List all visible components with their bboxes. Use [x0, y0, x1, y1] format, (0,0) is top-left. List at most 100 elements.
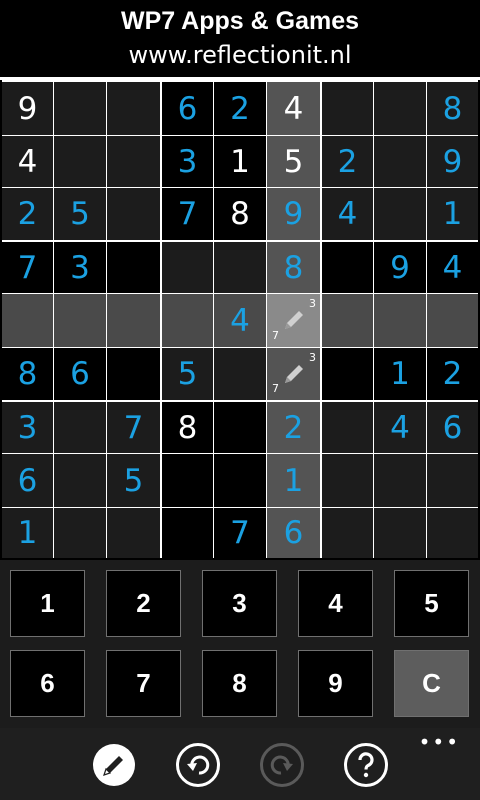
- board-cell[interactable]: [107, 508, 160, 558]
- board-cell[interactable]: [107, 82, 160, 135]
- board-cell[interactable]: [427, 508, 478, 558]
- board-cell[interactable]: 9: [427, 136, 478, 187]
- board-cell[interactable]: 8: [267, 242, 320, 293]
- board-cell[interactable]: 8: [162, 402, 213, 453]
- board-cell[interactable]: 2: [2, 188, 53, 240]
- board-cell[interactable]: [214, 454, 266, 507]
- board-cell[interactable]: [322, 294, 373, 347]
- board-cell[interactable]: 5: [54, 188, 106, 240]
- board-cell[interactable]: [162, 454, 213, 507]
- cell-digit: 4: [390, 409, 410, 446]
- board-cell[interactable]: 5: [267, 136, 320, 187]
- board-cell[interactable]: [374, 294, 426, 347]
- board-cell[interactable]: 2: [427, 348, 478, 400]
- board-cell[interactable]: 4: [374, 402, 426, 453]
- board-cell[interactable]: [54, 454, 106, 507]
- board-cell[interactable]: [374, 136, 426, 187]
- cell-digit: 9: [283, 196, 304, 232]
- board-cell[interactable]: [214, 348, 266, 400]
- board-cell[interactable]: 9: [267, 188, 320, 240]
- board-cell[interactable]: 6: [162, 82, 213, 135]
- board-cell[interactable]: 3: [162, 136, 213, 187]
- cell-digit: 9: [17, 90, 38, 127]
- board-cell[interactable]: 1: [427, 188, 478, 240]
- clear-key[interactable]: C: [394, 650, 469, 717]
- board-cell[interactable]: 1: [2, 508, 53, 558]
- number-key-1[interactable]: 1: [10, 570, 85, 637]
- board-cell[interactable]: 4: [322, 188, 373, 240]
- help-icon: [343, 743, 389, 792]
- board-cell[interactable]: 7: [162, 188, 213, 240]
- board-cell[interactable]: [322, 402, 373, 453]
- board-cell[interactable]: 1: [267, 454, 320, 507]
- board-cell[interactable]: 5: [162, 348, 213, 400]
- board-cell[interactable]: [2, 294, 53, 347]
- number-key-4[interactable]: 4: [298, 570, 373, 637]
- board-cell[interactable]: [374, 188, 426, 240]
- board-cell[interactable]: 5: [107, 454, 160, 507]
- board-cell[interactable]: [427, 294, 478, 347]
- board-cell[interactable]: [322, 348, 373, 400]
- board-cell[interactable]: [214, 242, 266, 293]
- board-cell[interactable]: 4: [427, 242, 478, 293]
- board-cell[interactable]: 7: [214, 508, 266, 558]
- board-cell[interactable]: 9: [374, 242, 426, 293]
- board-cell[interactable]: 6: [54, 348, 106, 400]
- board-cell[interactable]: 4: [2, 136, 53, 187]
- board-cell[interactable]: 37: [267, 348, 320, 400]
- board-cell[interactable]: [322, 82, 373, 135]
- board-cell[interactable]: 2: [214, 82, 266, 135]
- board-cell[interactable]: 6: [267, 508, 320, 558]
- number-key-3[interactable]: 3: [202, 570, 277, 637]
- pencil-mode-button[interactable]: [91, 742, 137, 788]
- board-cell[interactable]: 8: [2, 348, 53, 400]
- board-cell[interactable]: [107, 188, 160, 240]
- board-cell[interactable]: 8: [214, 188, 266, 240]
- board-cell[interactable]: 7: [2, 242, 53, 293]
- board-cell[interactable]: [374, 508, 426, 558]
- board-cell[interactable]: 3: [2, 402, 53, 453]
- cell-digit: 6: [70, 356, 90, 392]
- board-cell[interactable]: 1: [214, 136, 266, 187]
- board-cell[interactable]: [162, 294, 213, 347]
- board-cell[interactable]: [54, 136, 106, 187]
- number-key-8[interactable]: 8: [202, 650, 277, 717]
- number-key-2[interactable]: 2: [106, 570, 181, 637]
- board-cell[interactable]: 4: [214, 294, 266, 347]
- board-cell[interactable]: [214, 402, 266, 453]
- number-key-9[interactable]: 9: [298, 650, 373, 717]
- board-cell[interactable]: 8: [427, 82, 478, 135]
- number-key-5[interactable]: 5: [394, 570, 469, 637]
- board-cell[interactable]: 37: [267, 294, 320, 347]
- board-cell[interactable]: 9: [2, 82, 53, 135]
- board-cell[interactable]: 2: [322, 136, 373, 187]
- board-cell[interactable]: [107, 242, 160, 293]
- board-cell[interactable]: 1: [374, 348, 426, 400]
- board-cell[interactable]: [322, 454, 373, 507]
- board-cell[interactable]: [374, 454, 426, 507]
- board-cell[interactable]: [54, 402, 106, 453]
- board-cell[interactable]: 6: [427, 402, 478, 453]
- undo-button[interactable]: [175, 742, 221, 788]
- board-cell[interactable]: [107, 348, 160, 400]
- number-key-6[interactable]: 6: [10, 650, 85, 717]
- more-menu-button[interactable]: •••: [419, 732, 460, 752]
- board-cell[interactable]: [162, 242, 213, 293]
- board-cell[interactable]: [427, 454, 478, 507]
- board-cell[interactable]: 4: [267, 82, 320, 135]
- board-cell[interactable]: [107, 136, 160, 187]
- board-cell[interactable]: [54, 508, 106, 558]
- board-cell[interactable]: [54, 82, 106, 135]
- board-cell[interactable]: [374, 82, 426, 135]
- board-cell[interactable]: [322, 242, 373, 293]
- board-cell[interactable]: 2: [267, 402, 320, 453]
- board-cell[interactable]: 6: [2, 454, 53, 507]
- board-cell[interactable]: [322, 508, 373, 558]
- board-cell[interactable]: 7: [107, 402, 160, 453]
- board-cell[interactable]: [162, 508, 213, 558]
- board-cell[interactable]: [107, 294, 160, 347]
- help-button[interactable]: [343, 742, 389, 788]
- number-key-7[interactable]: 7: [106, 650, 181, 717]
- board-cell[interactable]: [54, 294, 106, 347]
- board-cell[interactable]: 3: [54, 242, 106, 293]
